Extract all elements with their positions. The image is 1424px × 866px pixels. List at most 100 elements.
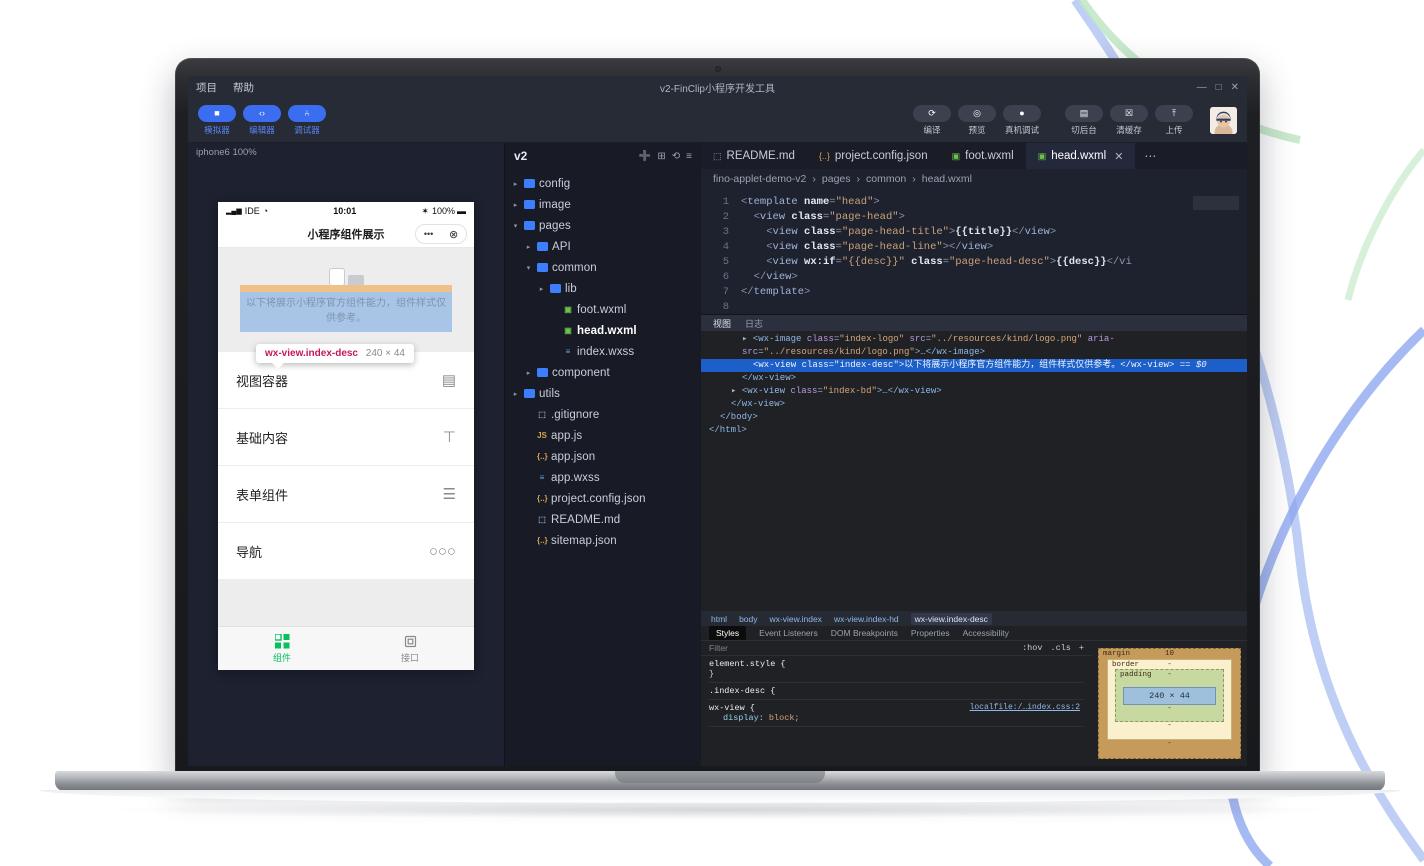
tree-node-README.md[interactable]: ⬚README.md [505,509,701,530]
close-icon[interactable]: ✕ [1231,82,1239,93]
tree-node-project.config.json[interactable]: {..}project.config.json [505,488,701,509]
disclosure-arrow[interactable]: ▸ [537,285,546,293]
css-rule[interactable]: element.style {} [709,659,1084,683]
tree-node-component[interactable]: ▸component [505,362,701,383]
tree-node-app.wxss[interactable]: ≡app.wxss [505,467,701,488]
editor-tab-project.config.json[interactable]: {..}project.config.json [807,143,940,169]
dom-node[interactable]: ▸ <wx-view class="index-bd">…</wx-view> [701,385,1247,398]
refresh-icon[interactable]: ⟲ [672,151,680,162]
minimap[interactable] [1193,196,1239,210]
toolbar-button-code-icon[interactable]: ‹›编辑器 [243,105,281,136]
toolbar-button-upload-icon[interactable]: ⤒上传 [1155,105,1193,136]
disclosure-arrow[interactable]: ▸ [742,334,747,344]
dom-breadcrumb-item[interactable]: wx-view.index-desc [911,613,992,625]
styles-tab-properties[interactable]: Properties [911,628,950,638]
more-icon[interactable]: ••• [424,229,433,239]
menu-help[interactable]: 帮助 [233,80,254,95]
new-folder-icon[interactable]: ⊞ [657,151,665,162]
toolbar-button-compile-icon[interactable]: ⟳编译 [913,105,951,136]
disclosure-arrow[interactable]: ▸ [511,201,520,209]
dom-breadcrumb-item[interactable]: wx-view.index-hd [834,614,899,624]
tree-node-pages[interactable]: ▾pages [505,215,701,236]
dom-node[interactable]: </wx-view> [701,398,1247,411]
dom-tree[interactable]: ▸ <wx-image class="index-logo" src="../r… [701,331,1247,611]
toolbar-button-preview-icon[interactable]: ◎预览 [958,105,996,136]
styles-tab-accessibility[interactable]: Accessibility [963,628,1009,638]
css-rule[interactable]: .index-desc {</span><div class="p" data-… [709,686,1084,700]
hov-button[interactable]: :hov [1022,643,1042,653]
border-bottom-value: - [1115,722,1224,730]
index-desc-highlight[interactable]: 以下将展示小程序官方组件能力，组件样式仅供参考。 [240,292,452,332]
editor-tab-foot.wxml[interactable]: ▣foot.wxml [940,143,1026,169]
editor-tab-head.wxml[interactable]: ▣head.wxml✕ [1026,143,1136,169]
disclosure-arrow[interactable]: ▸ [511,180,520,188]
close-capsule-icon[interactable]: ⊗ [449,228,458,241]
disclosure-arrow[interactable]: ▸ [524,243,533,251]
disclosure-arrow[interactable]: ▸ [524,369,533,377]
toolbar-button-trash-icon[interactable]: ☒清缓存 [1110,105,1148,136]
breadcrumb-item[interactable]: pages [822,173,851,185]
tree-node-utils[interactable]: ▸utils [505,383,701,404]
css-declaration[interactable]: display: block; [709,713,1084,723]
tree-node-head.wxml[interactable]: ▣head.wxml [505,320,701,341]
base-notch [615,771,825,783]
dom-node[interactable]: </wx-view> [701,372,1247,385]
tree-node-app.js[interactable]: JSapp.js [505,425,701,446]
toolbar-button-phone-icon[interactable]: ■模拟器 [198,105,236,136]
tree-node-foot.wxml[interactable]: ▣foot.wxml [505,299,701,320]
list-item[interactable]: 基础内容⊤ [218,409,474,465]
styles-tab-styles[interactable]: Styles [709,626,746,640]
tree-node-sitemap.json[interactable]: {..}sitemap.json [505,530,701,551]
tree-node-API[interactable]: ▸API [505,236,701,257]
editor-tabs-overflow-icon[interactable]: ⋯ [1135,143,1165,169]
maximize-icon[interactable]: □ [1216,82,1222,93]
dom-breadcrumb-item[interactable]: wx-view.index [770,614,822,624]
css-source-link[interactable]: localfile:/…index.css:2 [970,703,1080,712]
css-rule[interactable]: wx-view {localfile:/…index.css:2display:… [709,703,1084,727]
disclosure-arrow[interactable]: ▸ [731,386,736,396]
disclosure-arrow[interactable]: ▾ [511,222,520,230]
collapse-icon[interactable]: ≡ [686,151,692,162]
dom-node[interactable]: </html> [701,424,1247,437]
filter-input[interactable]: Filter [709,643,728,653]
breadcrumb-item[interactable]: head.wxml [922,173,972,185]
toolbar-button-background-icon[interactable]: ▤切后台 [1065,105,1103,136]
tree-node-lib[interactable]: ▸lib [505,278,701,299]
add-rule-button[interactable]: + [1079,643,1084,653]
tree-node-image[interactable]: ▸image [505,194,701,215]
breadcrumb-item[interactable]: common [866,173,906,185]
toolbar-button-debug-icon[interactable]: ⑃调试器 [288,105,326,136]
tree-node-app.json[interactable]: {..}app.json [505,446,701,467]
dom-node[interactable]: <wx-view class="index-desc">以下将展示小程序官方组件… [701,359,1247,372]
tree-node-common[interactable]: ▾common [505,257,701,278]
tree-node-index.wxss[interactable]: ≡index.wxss [505,341,701,362]
disclosure-arrow[interactable]: ▸ [511,390,520,398]
cls-button[interactable]: .cls [1050,643,1070,653]
code-editor[interactable]: 1<template name="head">2 <view class="pa… [701,188,1247,314]
styles-tab-dom-breakpoints[interactable]: DOM Breakpoints [831,628,898,638]
disclosure-arrow[interactable]: ▾ [524,264,533,272]
editor-tab-README.md[interactable]: ⬚README.md [701,143,807,169]
breadcrumb-item[interactable]: fino-applet-demo-v2 [713,173,806,185]
tabbar-item-api-icon[interactable]: 接口 [346,627,474,670]
devtools-tab-log[interactable]: 日志 [745,317,763,330]
tab-close-icon[interactable]: ✕ [1114,150,1123,163]
tree-node-.gitignore[interactable]: ⬚.gitignore [505,404,701,425]
menu-project[interactable]: 项目 [196,80,217,95]
devtools-tab-view[interactable]: 视图 [713,317,731,330]
dom-breadcrumb-item[interactable]: html [711,614,727,624]
tree-node-config[interactable]: ▸config [505,173,701,194]
list-item[interactable]: 表单组件☰ [218,466,474,522]
toolbar-button-device-debug-icon[interactable]: ●真机调试 [1003,105,1041,136]
dom-node[interactable]: ▸ <wx-image class="index-logo" src="../r… [701,333,1247,359]
tabbar-item-components-icon[interactable]: 组件 [218,627,346,670]
avatar[interactable] [1210,107,1237,134]
dom-node[interactable]: </body> [701,411,1247,424]
css-rules[interactable]: element.style {} .index-desc {</span><div… [701,656,1092,733]
list-item[interactable]: 导航○○○ [218,523,474,579]
styles-tab-event-listeners[interactable]: Event Listeners [759,628,818,638]
minimize-icon[interactable]: — [1197,82,1207,93]
new-file-icon[interactable]: ➕ [639,151,651,162]
dom-breadcrumb-item[interactable]: body [739,614,757,624]
list-item-label: 导航 [236,542,262,561]
